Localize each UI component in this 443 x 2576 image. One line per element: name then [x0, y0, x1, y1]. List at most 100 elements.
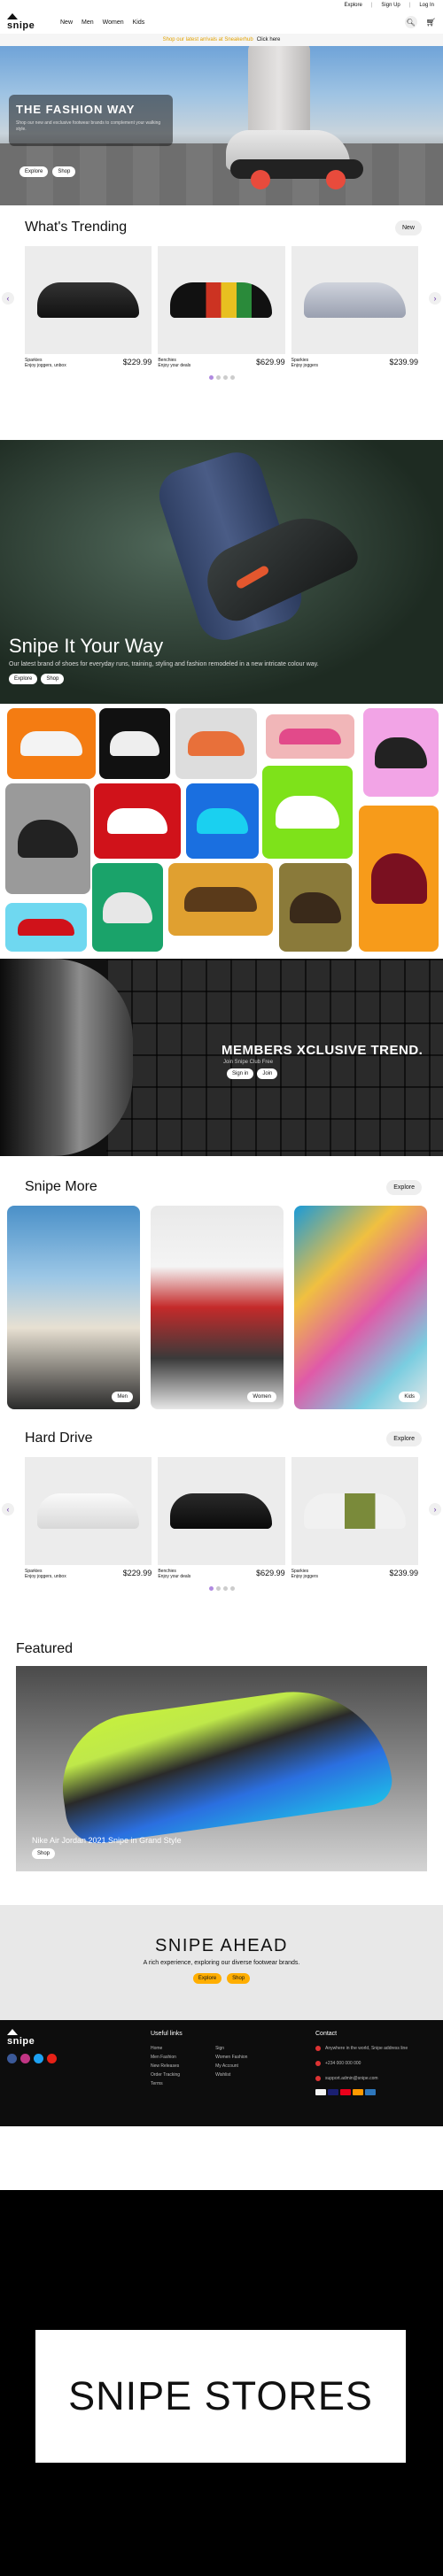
snipe-ahead-section: SNIPE AHEAD A rich experience, exploring… — [0, 1905, 443, 2020]
footer-link[interactable]: Wishlist — [215, 2071, 247, 2079]
carousel-dot[interactable] — [222, 375, 228, 380]
category-label[interactable]: Kids — [399, 1392, 420, 1402]
product-card[interactable]: Sparkies Enjoy joggers, unbox $229.99 — [25, 246, 152, 368]
mosaic-tile[interactable] — [359, 806, 439, 952]
mail-icon — [315, 2076, 321, 2081]
nav-link-men[interactable]: Men — [82, 19, 94, 26]
carousel-dot[interactable] — [208, 1586, 214, 1591]
cart-icon[interactable]: 🛒︎ — [426, 18, 436, 27]
nav-link-kids[interactable]: Kids — [133, 19, 145, 26]
carousel-dot[interactable] — [229, 1586, 235, 1591]
nav-link-new[interactable]: New — [60, 19, 73, 26]
carousel-dot[interactable] — [215, 375, 221, 380]
hero-caption: THE FASHION WAY Shop our new and exclusi… — [9, 95, 173, 146]
mosaic-tile[interactable] — [175, 708, 257, 779]
snipe-ahead-buttons: Explore Shop — [0, 1973, 443, 1984]
carousel-prev-icon[interactable]: ‹ — [2, 1503, 14, 1516]
carousel-dot[interactable] — [222, 1586, 228, 1591]
snipe-ahead-explore-button[interactable]: Explore — [192, 1973, 222, 1984]
product-meta: Sparkies Enjoy joggers, unbox $229.99 — [25, 1569, 152, 1579]
snipe-more-explore-tag[interactable]: Explore — [386, 1179, 422, 1195]
category-card-women[interactable]: Women — [151, 1206, 284, 1409]
mosaic-tile[interactable] — [186, 783, 259, 859]
footer-link[interactable]: Order Tracking — [151, 2071, 180, 2079]
members-join-button[interactable]: Join — [257, 1068, 278, 1079]
footer-link[interactable]: Men Fashion — [151, 2053, 180, 2062]
carousel-dot[interactable] — [208, 375, 214, 380]
mosaic-tile[interactable] — [5, 783, 90, 894]
category-card-men[interactable]: Men — [7, 1206, 140, 1409]
product-card[interactable]: Benchies Enjoy your deals $629.99 — [158, 246, 285, 368]
carousel-next-icon[interactable]: › — [429, 292, 441, 305]
nav-icons: 🔍︎ 🛒︎ — [404, 16, 436, 28]
carousel-dot[interactable] — [215, 1586, 221, 1591]
product-desc: Enjoy joggers, unbox — [25, 363, 66, 368]
category-card-kids[interactable]: Kids — [294, 1206, 427, 1409]
youtube-icon[interactable] — [47, 2054, 57, 2063]
product-card[interactable]: Sparkies Enjoy joggers $239.99 — [291, 246, 418, 368]
mosaic-tile[interactable] — [266, 714, 354, 759]
product-desc: Enjoy your deals — [158, 1574, 191, 1579]
search-icon[interactable]: 🔍︎ — [404, 16, 417, 28]
product-card[interactable]: Benchies Enjoy your deals $629.99 — [158, 1457, 285, 1579]
footer-link[interactable]: Sign — [215, 2044, 247, 2053]
facebook-icon[interactable] — [7, 2054, 17, 2063]
featured-section: Featured Nike Air Jordan 2021 Snipe in G… — [0, 1623, 443, 1905]
product-meta: Benchies Enjoy your deals $629.99 — [158, 1569, 284, 1579]
hard-drive-explore-tag[interactable]: Explore — [386, 1431, 422, 1446]
category-label[interactable]: Women — [247, 1392, 276, 1402]
hero2-shop-button[interactable]: Shop — [41, 674, 65, 684]
contact-phone[interactable]: +234 000 000 000 — [325, 2059, 361, 2068]
promo-banner: Shop our latest arrivals at Sneakerhub C… — [0, 34, 443, 46]
topbar-signup-link[interactable]: Sign Up — [381, 3, 400, 8]
category-label[interactable]: Men — [112, 1392, 133, 1402]
divider: | — [370, 3, 373, 8]
promo-cta-link[interactable]: Click here — [257, 37, 281, 42]
hero-shop-button[interactable]: Shop — [52, 166, 76, 177]
contact-email[interactable]: support.admin@snipe.com — [325, 2074, 378, 2083]
hero2-explore-button[interactable]: Explore — [9, 674, 38, 684]
featured-banner: Nike Air Jordan 2021 Snipe in Grand Styl… — [16, 1666, 427, 1871]
skateboard-wheel — [326, 170, 346, 189]
carousel-prev-icon[interactable]: ‹ — [2, 292, 14, 305]
snipe-ahead-shop-button[interactable]: Shop — [227, 1973, 251, 1984]
featured-shop-button[interactable]: Shop — [32, 1848, 56, 1859]
twitter-icon[interactable] — [34, 2054, 43, 2063]
instagram-icon[interactable] — [20, 2054, 30, 2063]
footer-link[interactable]: My Account — [215, 2062, 247, 2071]
mosaic-tile[interactable] — [5, 903, 87, 952]
footer-link[interactable]: Home — [151, 2044, 180, 2053]
product-image — [291, 1457, 418, 1565]
mosaic-tile[interactable] — [99, 708, 170, 779]
carousel-dot[interactable] — [229, 375, 235, 380]
footer-link[interactable]: Women Fashion — [215, 2053, 247, 2062]
trending-section: What's Trending New ‹ Sparkies Enjoy jogg… — [0, 205, 443, 440]
featured-sneaker-image — [53, 1678, 395, 1848]
hero-subtitle: Shop our new and exclusive footwear bran… — [16, 120, 161, 132]
trending-carousel: ‹ Sparkies Enjoy joggers, unbox $229.99 B… — [0, 246, 443, 368]
mosaic-tile[interactable] — [168, 863, 273, 936]
mosaic-tile[interactable] — [94, 783, 181, 859]
footer-link[interactable]: Terms — [151, 2079, 180, 2088]
carousel-next-icon[interactable]: › — [429, 1503, 441, 1516]
footer-logo[interactable]: snipe — [7, 2029, 51, 2047]
members-signin-button[interactable]: Sign in — [227, 1068, 254, 1079]
product-image — [25, 1457, 152, 1565]
mosaic-tile[interactable] — [92, 863, 163, 952]
topbar-login-link[interactable]: Log In — [419, 3, 434, 8]
topbar-explore-link[interactable]: Explore — [344, 3, 361, 8]
trending-new-tag[interactable]: New — [394, 220, 422, 235]
hero-explore-button[interactable]: Explore — [19, 166, 49, 177]
mosaic-tile[interactable] — [279, 863, 352, 952]
members-portrait-image — [0, 959, 133, 1156]
mosaic-tile[interactable] — [363, 708, 439, 797]
product-card[interactable]: Sparkies Enjoy joggers, unbox $229.99 — [25, 1457, 152, 1579]
nav-link-women[interactable]: Women — [103, 19, 124, 26]
mosaic-tile[interactable] — [262, 766, 353, 859]
product-card[interactable]: Sparkies Enjoy joggers $239.99 — [291, 1457, 418, 1579]
footer-link[interactable]: New Releases — [151, 2062, 180, 2071]
mosaic-tile[interactable] — [7, 708, 96, 779]
product-desc: Enjoy your deals — [158, 363, 191, 368]
brand-logo[interactable]: snipe — [7, 13, 51, 31]
snipe-stores-box: SNIPE STORES — [35, 2330, 406, 2463]
